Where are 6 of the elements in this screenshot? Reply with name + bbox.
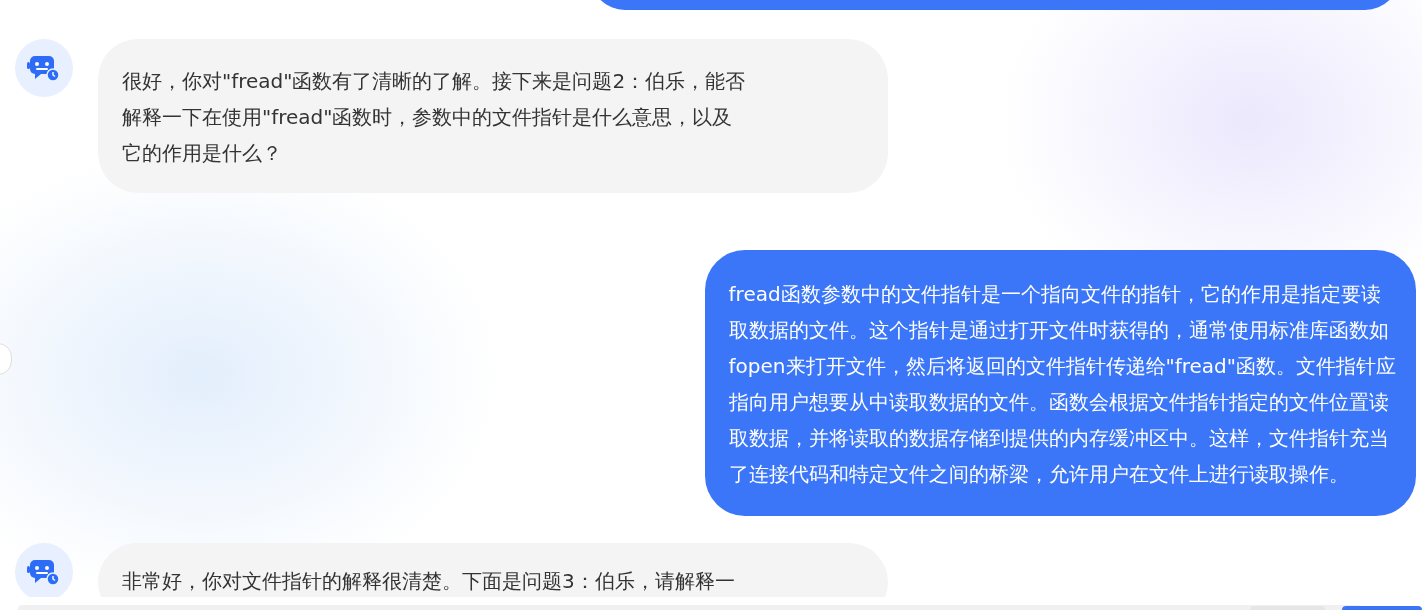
robot-icon: [27, 557, 61, 587]
send-button[interactable]: [1342, 606, 1422, 610]
message-text: 很好，你对"fread"函数有了清晰的了解。接下来是问题2：伯乐，能否 解释一下在使用"fread"函数时，参数中的文件指针是什么意思，以及 它的作用是什么？: [122, 68, 747, 167]
message-text: fread函数参数中的文件指针是一个指向文件的指针，它的作用是指定要读 取数据的文件。这个指针是通过打开文件时获得的，通常使用标准库函数如 fopen来打开文件，然后将返回的文件指针传递给"fread"函数。文件指针应 指向用户想要从中读取数据的文件。函数会根据文件指针指定的文件位置读 取数据，并将读取的数据存储到提供的内存缓冲区中。这样，文件指针充当 了连接代码和特定文件之间的桥梁，允许用户在文件上进行读取操作。: [728, 281, 1396, 488]
message-text: 非常好，你对文件指针的解释很清楚。下面是问题3：伯乐，请解释一: [122, 568, 736, 595]
robot-icon: [27, 53, 61, 83]
